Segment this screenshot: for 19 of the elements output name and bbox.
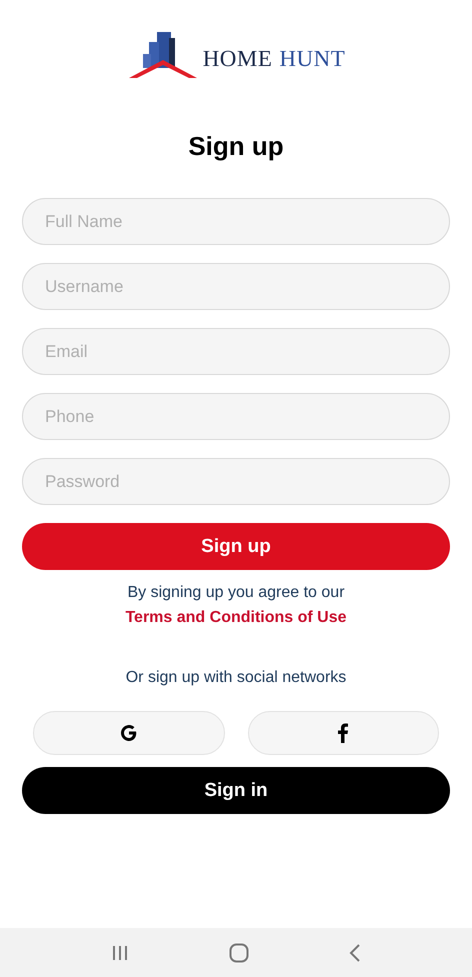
logo-text: HUNT (279, 46, 346, 72)
logo-icon (126, 30, 199, 80)
terms-link[interactable]: Terms and Conditions of Use (125, 607, 347, 629)
input-field[interactable]: Email (22, 328, 450, 375)
agreement-text: By signing up you agree to our (127, 583, 345, 603)
input-field[interactable]: Password (22, 458, 450, 505)
input-field[interactable]: Phone (22, 393, 450, 440)
social-prompt: Or sign up with social networks (126, 668, 346, 688)
logo-text: HOME (202, 46, 272, 72)
home-icon[interactable] (229, 942, 249, 962)
input-field[interactable]: Username (22, 263, 450, 310)
input-field[interactable]: Full Name (22, 198, 450, 245)
sign-up-button[interactable]: Sign up (22, 523, 450, 570)
recent-apps-icon[interactable] (111, 944, 129, 960)
page-title: Sign up (188, 130, 284, 162)
back-icon[interactable] (349, 944, 361, 962)
facebook-icon (337, 723, 350, 743)
google-icon (118, 723, 139, 743)
sign-in-button[interactable]: Sign in (22, 767, 450, 814)
